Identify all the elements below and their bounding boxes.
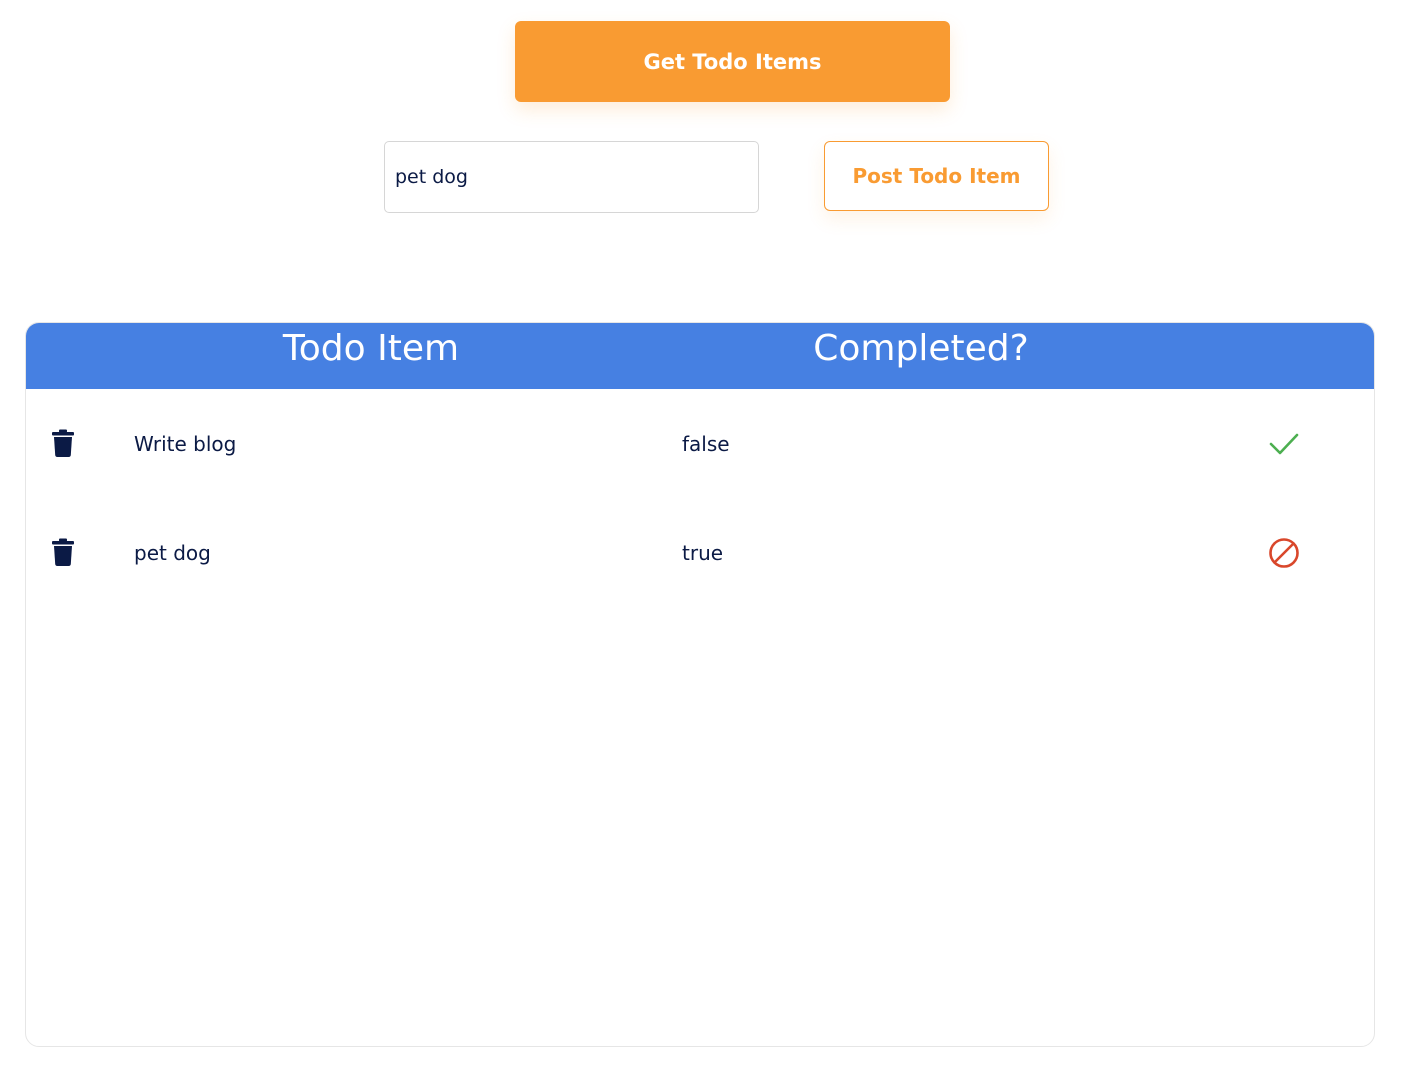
mark-incomplete-button[interactable] [1266,537,1302,571]
table-header: Todo Item Completed? [26,323,1374,389]
table-row: Write blog false [26,409,1374,479]
prohibited-icon [1268,537,1300,572]
todo-item-input[interactable] [384,141,759,213]
delete-button[interactable] [48,537,78,569]
todo-table: Todo Item Completed? Write blog false pe… [25,322,1375,1047]
column-header-todo-item: Todo Item [282,327,460,369]
get-todo-items-button[interactable]: Get Todo Items [515,21,950,102]
todo-item-text: Write blog [134,432,237,456]
delete-button[interactable] [48,428,78,460]
todo-app: Get Todo Items Post Todo Item Todo Item … [0,0,1401,1087]
completed-value: false [682,432,730,456]
trash-icon [52,538,74,569]
column-header-completed: Completed? [813,327,1029,369]
table-row: pet dog true [26,518,1374,588]
post-todo-item-button[interactable]: Post Todo Item [824,141,1049,211]
checkmark-icon [1268,431,1300,460]
mark-complete-button[interactable] [1266,428,1302,462]
trash-icon [52,429,74,460]
todo-item-text: pet dog [134,541,211,565]
completed-value: true [682,541,724,565]
